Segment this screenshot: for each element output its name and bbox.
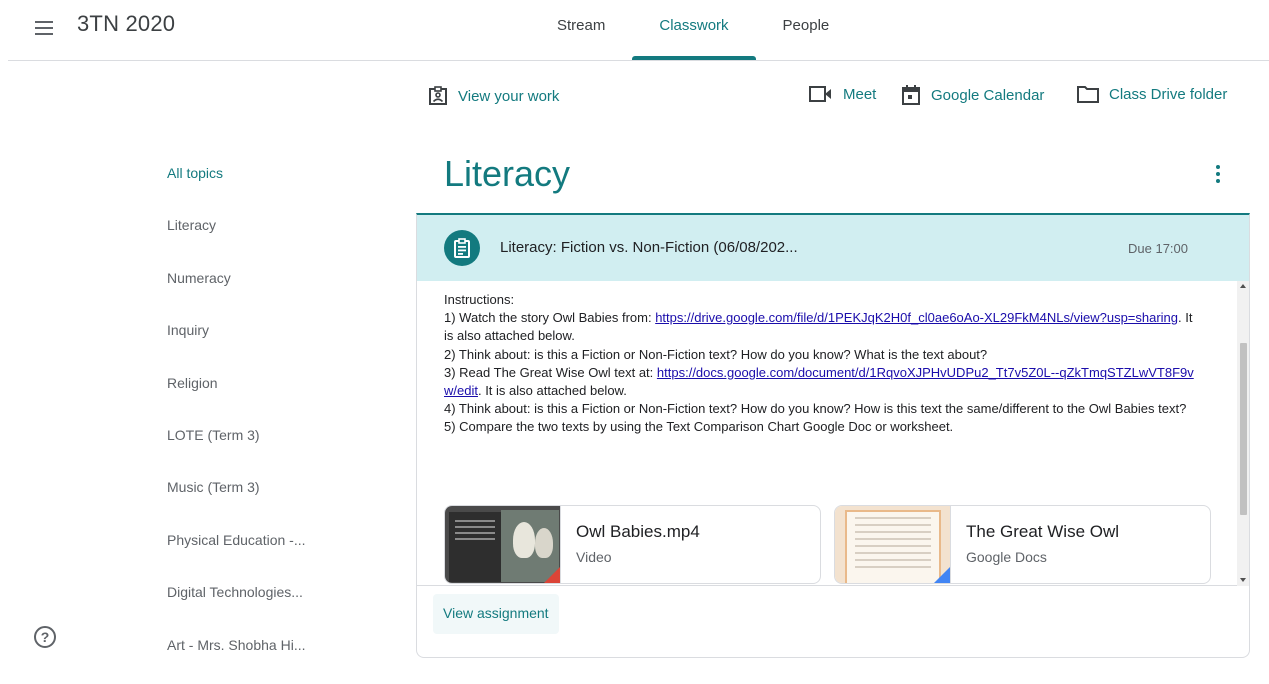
assignment-card-footer: View assignment (417, 586, 1249, 657)
assignment-card: Literacy: Fiction vs. Non-Fiction (06/08… (416, 213, 1250, 658)
sidebar-item-lote[interactable]: LOTE (Term 3) (167, 422, 367, 474)
sidebar-item-numeracy[interactable]: Numeracy (167, 265, 367, 317)
calendar-icon (902, 85, 920, 105)
sidebar-item-physical-education[interactable]: Physical Education -... (167, 527, 367, 579)
sidebar-item-music[interactable]: Music (Term 3) (167, 474, 367, 526)
sidebar-item-inquiry[interactable]: Inquiry (167, 317, 367, 369)
top-app-bar: 3TN 2020 Stream Classwork People (0, 0, 1269, 60)
assignment-title: Literacy: Fiction vs. Non-Fiction (06/08… (500, 239, 798, 256)
instruction-step-4: 4) Think about: is this a Fiction or Non… (444, 401, 1187, 417)
assignment-card-header[interactable]: Literacy: Fiction vs. Non-Fiction (06/08… (417, 215, 1249, 281)
video-file-icon (542, 567, 560, 583)
instruction-step-3: 3) Read The Great Wise Owl text at: http… (444, 364, 1194, 399)
scroll-down-arrow-icon[interactable] (1240, 578, 1246, 582)
topic-heading: Literacy (444, 153, 571, 194)
scroll-up-arrow-icon[interactable] (1240, 284, 1246, 288)
view-assignment-button[interactable]: View assignment (433, 594, 559, 634)
instructions-heading: Instructions: (444, 292, 515, 307)
help-icon[interactable]: ? (34, 626, 56, 648)
instructions-scrollbar[interactable] (1237, 281, 1249, 586)
more-vert-icon[interactable] (1210, 163, 1226, 185)
google-docs-icon (932, 567, 950, 583)
google-calendar-label: Google Calendar (931, 86, 1045, 104)
sidebar-item-religion[interactable]: Religion (167, 370, 367, 422)
attachment-type: Video (576, 549, 612, 565)
attachment-name: Owl Babies.mp4 (576, 522, 700, 541)
tab-classwork[interactable]: Classwork (632, 0, 756, 60)
owl-babies-link[interactable]: https://drive.google.com/file/d/1PEKJqK2… (655, 310, 1178, 325)
view-your-work-button[interactable]: View your work (428, 86, 559, 106)
menu-icon[interactable] (35, 19, 53, 35)
video-thumbnail (445, 506, 561, 583)
topic-sidebar: All topics Literacy Numeracy Inquiry Rel… (167, 160, 367, 684)
folder-icon (1077, 86, 1099, 103)
sidebar-item-digital-technologies[interactable]: Digital Technologies... (167, 579, 367, 631)
class-drive-folder-label: Class Drive folder (1109, 85, 1228, 103)
attachment-name: The Great Wise Owl (966, 522, 1120, 541)
class-title[interactable]: 3TN 2020 (77, 11, 175, 37)
assignment-body[interactable]: Instructions: 1) Watch the story Owl Bab… (417, 281, 1249, 586)
assignment-instructions: Instructions: 1) Watch the story Owl Bab… (444, 291, 1202, 437)
attachment-owl-babies-video[interactable]: Owl Babies.mp4 Video (444, 505, 821, 584)
instruction-step-2: 2) Think about: is this a Fiction or Non… (444, 346, 988, 362)
scrollbar-thumb[interactable] (1240, 343, 1247, 515)
class-drive-folder-link[interactable]: Class Drive folder (1077, 85, 1227, 103)
meet-link[interactable]: Meet (809, 85, 876, 103)
attachment-great-wise-owl-doc[interactable]: The Great Wise Owl Google Docs (834, 505, 1211, 584)
doc-thumbnail (835, 506, 951, 583)
attachment-type: Google Docs (966, 549, 1047, 565)
instruction-step-1: 1) Watch the story Owl Babies from: http… (444, 310, 1193, 344)
header-divider (8, 60, 1269, 61)
tab-people[interactable]: People (756, 0, 857, 60)
instruction-step-5: 5) Compare the two texts by using the Te… (444, 419, 954, 435)
assignment-due: Due 17:00 (1128, 241, 1188, 256)
assignment-icon (444, 230, 480, 266)
google-calendar-link[interactable]: Google Calendar (901, 85, 1044, 105)
view-your-work-label: View your work (458, 87, 560, 105)
meet-label: Meet (843, 85, 877, 103)
tab-stream[interactable]: Stream (530, 0, 632, 60)
assignment-ind-icon (429, 86, 447, 105)
class-tabs: Stream Classwork People (530, 0, 856, 60)
sidebar-item-literacy[interactable]: Literacy (167, 212, 367, 264)
sidebar-item-all-topics[interactable]: All topics (167, 160, 367, 212)
sidebar-item-art[interactable]: Art - Mrs. Shobha Hi... (167, 632, 367, 684)
video-camera-icon (809, 86, 831, 102)
